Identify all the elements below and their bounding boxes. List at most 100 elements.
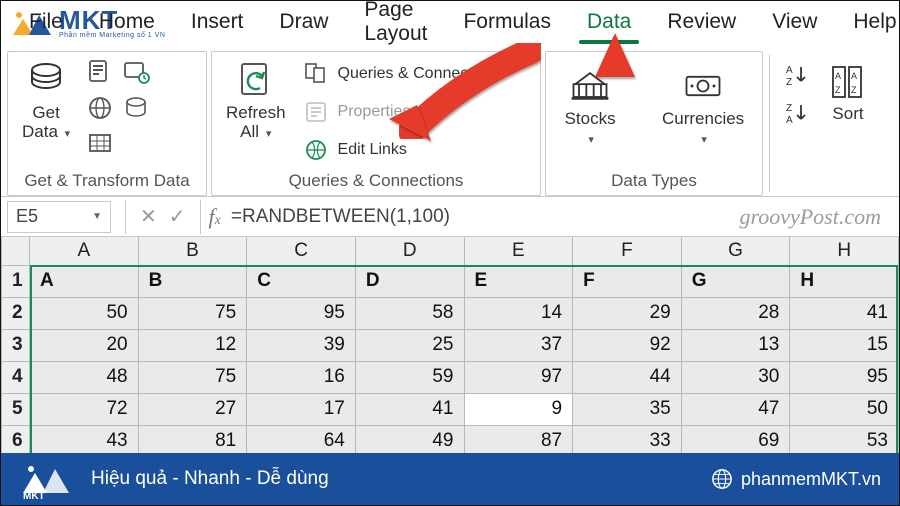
cell[interactable]: 20 [30,329,139,361]
column-header[interactable]: B [138,237,247,265]
column-header[interactable]: H [790,237,899,265]
cell[interactable]: 39 [247,329,356,361]
sort-dialog-button[interactable]: AZAZ Sort [824,61,872,126]
from-text-csv-button[interactable] [86,58,114,86]
cell[interactable]: 41 [355,393,464,425]
cell[interactable]: A [30,265,139,297]
cell[interactable]: F [573,265,682,297]
formula-text: =RANDBETWEEN(1,100) [231,206,450,227]
sort-az-button[interactable]: AZ [784,61,812,89]
tab-draw[interactable]: Draw [261,4,346,44]
svg-text:Z: Z [835,85,841,95]
cell[interactable]: 48 [30,361,139,393]
tab-help[interactable]: Help [835,4,900,44]
cell[interactable]: 44 [573,361,682,393]
cell[interactable]: 28 [681,297,790,329]
cell[interactable]: C [247,265,356,297]
column-header[interactable]: E [464,237,573,265]
currencies-icon [681,64,725,108]
accept-formula-button[interactable]: ✓ [163,204,192,229]
sort-label: Sort [832,105,863,124]
tab-insert[interactable]: Insert [173,4,262,44]
cell[interactable]: 9 [464,393,573,425]
row-header[interactable]: 5 [2,393,30,425]
cell[interactable]: 37 [464,329,573,361]
column-header[interactable]: C [247,237,356,265]
cell[interactable]: 14 [464,297,573,329]
from-table-button[interactable] [86,130,114,158]
sort-za-button[interactable]: ZA [784,99,812,127]
refresh-all-icon [234,58,278,102]
cell[interactable]: 29 [573,297,682,329]
tab-home[interactable]: Home [81,4,173,44]
properties-button[interactable]: Properties [302,98,503,126]
cell[interactable]: 72 [30,393,139,425]
select-all-corner[interactable] [2,237,30,265]
svg-text:Z: Z [786,77,792,88]
queries-connections-button[interactable]: Queries & Connections [302,60,503,88]
row-header[interactable]: 1 [2,265,30,297]
cell[interactable]: 27 [138,393,247,425]
fx-button[interactable]: fx [209,204,221,230]
tab-formulas[interactable]: Formulas [445,4,569,44]
cell[interactable]: 25 [355,329,464,361]
cell[interactable]: 97 [464,361,573,393]
group-label-get-transform: Get & Transform Data [16,169,198,193]
cell[interactable]: 58 [355,297,464,329]
cell[interactable]: 50 [790,393,899,425]
cell[interactable]: 75 [138,361,247,393]
cell[interactable]: 15 [790,329,899,361]
cell[interactable]: G [681,265,790,297]
cell[interactable]: B [138,265,247,297]
column-header[interactable]: D [355,237,464,265]
existing-connections-button[interactable] [122,94,150,122]
cell[interactable]: 95 [790,361,899,393]
column-header[interactable]: A [30,237,139,265]
tab-data[interactable]: Data [569,4,649,44]
refresh-all-button[interactable]: RefreshAll ▾ [220,56,292,143]
cell[interactable]: H [790,265,899,297]
cell[interactable]: 16 [247,361,356,393]
tab-review[interactable]: Review [649,4,754,44]
currencies-button[interactable]: Currencies ▾ [652,62,754,149]
cell[interactable]: 59 [355,361,464,393]
edit-links-button[interactable]: Edit Links [302,136,503,164]
get-data-button[interactable]: GetData ▾ [16,56,76,143]
watermark-text: groovyPost.com [739,204,899,230]
cell[interactable]: 47 [681,393,790,425]
cell[interactable]: 41 [790,297,899,329]
cell[interactable]: 75 [138,297,247,329]
name-box[interactable]: E5 ▼ [7,201,111,233]
cell[interactable]: 13 [681,329,790,361]
tab-file[interactable]: File [11,4,81,44]
column-header[interactable]: G [681,237,790,265]
row-header[interactable]: 2 [2,297,30,329]
spreadsheet-grid[interactable]: ABCDEFGH1ABCDEFGH25075955814292841320123… [1,237,899,458]
cell[interactable]: 92 [573,329,682,361]
tab-view[interactable]: View [754,4,835,44]
cell[interactable]: 30 [681,361,790,393]
cancel-formula-button[interactable]: ✕ [134,204,163,229]
tab-page-layout[interactable]: Page Layout [346,0,445,56]
recent-sources-button[interactable] [122,58,150,86]
stocks-button[interactable]: Stocks ▾ [554,62,626,149]
column-header[interactable]: F [573,237,682,265]
cell[interactable]: 50 [30,297,139,329]
svg-text:Z: Z [851,85,857,95]
cell[interactable]: 17 [247,393,356,425]
cell[interactable]: 12 [138,329,247,361]
properties-label: Properties [338,103,411,121]
group-sort: AZ ZA AZAZ Sort [776,51,886,196]
row-header[interactable]: 3 [2,329,30,361]
svg-text:A: A [851,71,857,81]
separator [125,200,126,234]
cell[interactable]: D [355,265,464,297]
edit-links-label: Edit Links [338,141,407,159]
separator [769,55,770,192]
cell[interactable]: 35 [573,393,682,425]
cell[interactable]: 95 [247,297,356,329]
formula-input[interactable]: =RANDBETWEEN(1,100) [221,206,740,228]
cell[interactable]: E [464,265,573,297]
from-web-button[interactable] [86,94,114,122]
row-header[interactable]: 4 [2,361,30,393]
